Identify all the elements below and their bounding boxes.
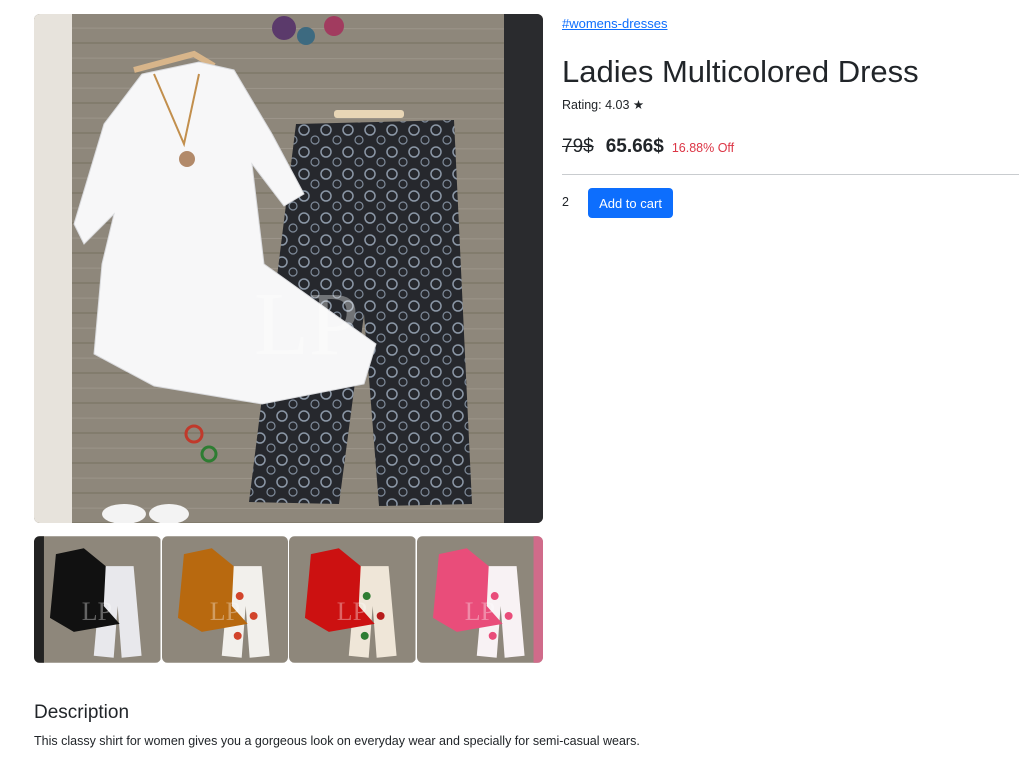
price-row: 79$ 65.66$ 16.88% Off (562, 136, 734, 158)
divider (562, 174, 1019, 175)
quantity-value[interactable]: 2 (562, 195, 569, 209)
add-to-cart-button[interactable]: Add to cart (588, 188, 673, 218)
new-price: 65.66$ (605, 136, 664, 157)
description-heading: Description (34, 702, 130, 723)
svg-text:LP: LP (82, 597, 112, 626)
discount-badge: 16.88% Off (671, 141, 735, 155)
category-link[interactable]: #womens-dresses (562, 16, 668, 31)
old-price: 79$ (562, 136, 594, 157)
hanger-pants (334, 110, 404, 118)
rating: Rating: 4.03 ★ (562, 97, 644, 112)
description-text: This classy shirt for women gives you a … (34, 734, 640, 748)
product-main-image: LP (34, 14, 543, 523)
thumbnail-image: LP (289, 536, 416, 663)
thumbnail-red[interactable]: LP (289, 536, 416, 663)
rating-label: Rating: (562, 98, 602, 112)
product-title: Ladies Multicolored Dress (562, 54, 919, 89)
star-icon: ★ (632, 98, 645, 112)
svg-text:LP: LP (209, 597, 239, 626)
thumbnail-image: LP (34, 536, 161, 663)
thumbnail-pink[interactable]: LP (416, 536, 543, 663)
svg-text:LP: LP (464, 597, 494, 626)
thumbnail-image: LP (416, 536, 543, 663)
thumbnail-image: LP (161, 536, 288, 663)
svg-text:LP: LP (337, 597, 367, 626)
thumbnail-mustard[interactable]: LP (161, 536, 288, 663)
rating-value: 4.03 (605, 98, 630, 112)
main-product-photo: LP (34, 14, 543, 523)
thumbnail-black[interactable]: LP (34, 536, 161, 663)
thumbnail-strip: LP LP LP LP (34, 536, 543, 663)
watermark: LP (254, 275, 359, 374)
